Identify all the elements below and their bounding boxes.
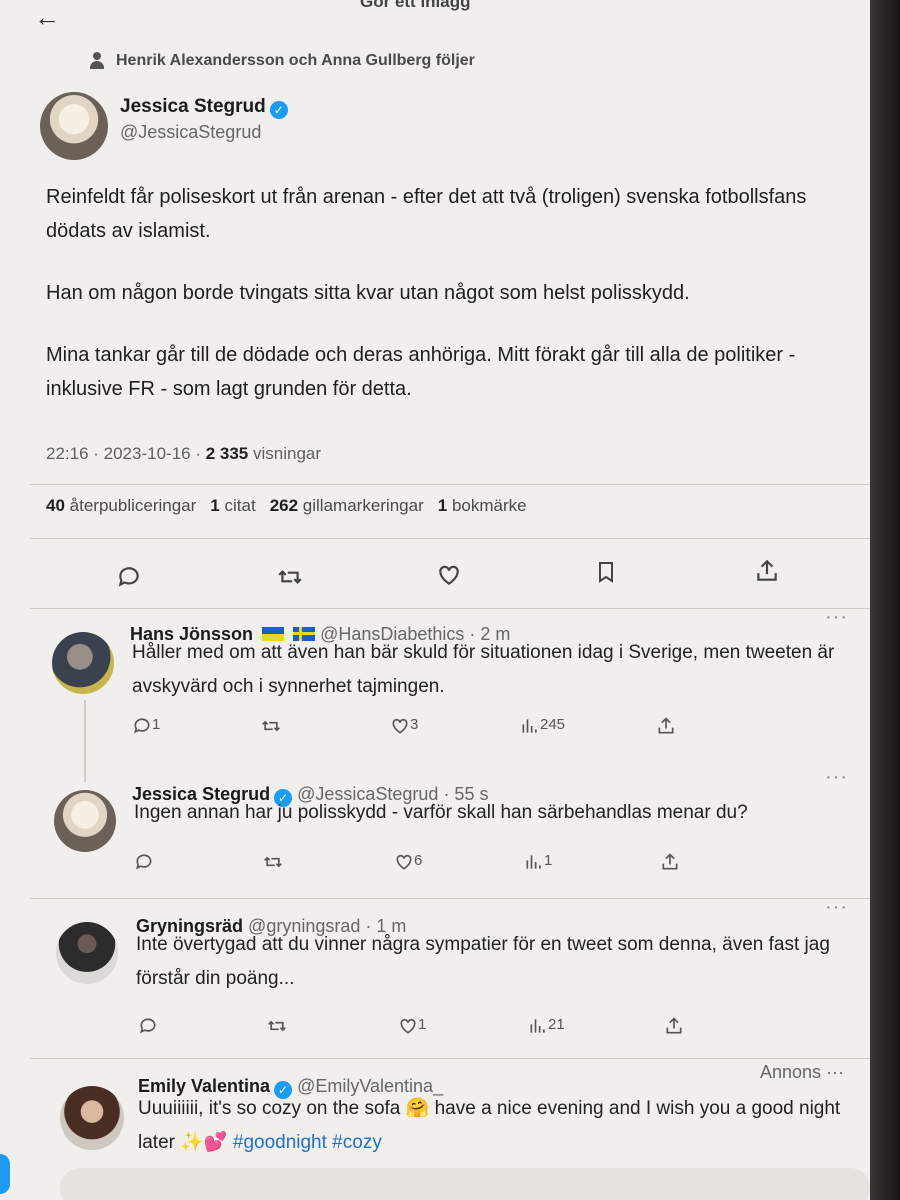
- views-icon: [526, 855, 541, 869]
- divider: [30, 898, 870, 899]
- reply-text: Ingen annan har ju polisskydd - varför s…: [134, 802, 748, 823]
- app-screen: ← Gör ett inlägg Henrik Alexandersson oc…: [0, 0, 870, 1200]
- repost-icon: [264, 856, 282, 868]
- reply-repost-action[interactable]: [260, 716, 282, 740]
- hashtags[interactable]: #goodnight #cozy: [228, 1132, 382, 1153]
- reply-icon[interactable]: [116, 564, 142, 590]
- like-icon: [392, 718, 408, 734]
- like-icon[interactable]: [436, 562, 462, 588]
- like-icon: [396, 854, 412, 870]
- more-options-icon[interactable]: ···: [825, 766, 848, 789]
- divider: [30, 1058, 870, 1059]
- person-icon: [88, 52, 106, 70]
- avatar[interactable]: [40, 92, 108, 160]
- reply-share-action[interactable]: [664, 1016, 684, 1040]
- reply-like-action[interactable]: 6: [394, 852, 422, 876]
- floating-action-button[interactable]: [0, 1154, 10, 1194]
- author-name-text[interactable]: Jessica Stegrud: [120, 96, 266, 117]
- reply-text: Inte övertygad att du vinner några sympa…: [136, 934, 830, 989]
- engagement-stats: 40 återpubliceringar 1 citat 262 gillama…: [46, 496, 527, 516]
- reply-share-action[interactable]: [660, 852, 680, 876]
- hearts-emoji-icon: 💕: [203, 1132, 228, 1153]
- author-name[interactable]: Jessica Stegrud ✓: [120, 96, 288, 119]
- compose-bar[interactable]: [60, 1168, 870, 1200]
- avatar[interactable]: [54, 790, 116, 852]
- stat-reposts[interactable]: 40 återpubliceringar: [46, 496, 196, 516]
- social-context-text: Henrik Alexandersson och Anna Gullberg f…: [116, 52, 475, 69]
- sparkles-emoji-icon: ✨: [180, 1132, 204, 1153]
- tweet-timestamp[interactable]: 22:16 · 2023-10-16 ·: [46, 444, 206, 463]
- reply-text: Håller med om att även han bär skuld för…: [132, 642, 835, 697]
- page-title: Gör ett inlägg: [360, 0, 471, 11]
- ad-text: Uuuiiiiii, it's so cozy on the sofa 🤗 ha…: [138, 1098, 841, 1153]
- like-icon: [400, 1018, 416, 1034]
- stat-likes[interactable]: 262 gillamarkeringar: [270, 496, 424, 516]
- divider: [30, 608, 870, 609]
- repost-icon: [268, 1020, 286, 1032]
- tweet-paragraph: Reinfeldt får poliseskort ut från arenan…: [46, 186, 807, 242]
- reply-views-action[interactable]: 1: [524, 852, 552, 876]
- avatar[interactable]: [60, 1086, 124, 1150]
- share-icon: [658, 717, 674, 734]
- reply-icon: [140, 1018, 156, 1034]
- stat-quotes[interactable]: 1 citat: [210, 496, 255, 516]
- device-bezel: [870, 0, 900, 1200]
- reply-action-bar: 1 21: [0, 1016, 870, 1046]
- reply-reply-action[interactable]: [138, 1016, 158, 1040]
- reply-repost-action[interactable]: [262, 852, 284, 876]
- share-icon[interactable]: [754, 558, 780, 584]
- top-bar: ← Gör ett inlägg: [0, 0, 870, 40]
- ad-label: Annons ···: [759, 1062, 844, 1082]
- view-count: 2 335: [205, 444, 249, 463]
- reply-icon: [134, 718, 150, 734]
- avatar[interactable]: [52, 632, 114, 694]
- reply-repost-action[interactable]: [266, 1016, 288, 1040]
- share-icon: [662, 853, 678, 870]
- reply-reply-action[interactable]: 1: [132, 716, 160, 740]
- more-options-icon[interactable]: ···: [825, 896, 848, 919]
- share-icon: [666, 1017, 682, 1034]
- reply-reply-action[interactable]: [134, 852, 154, 876]
- verified-badge-icon: ✓: [269, 101, 288, 119]
- social-context: Henrik Alexandersson och Anna Gullberg f…: [88, 52, 475, 70]
- stat-bookmarks[interactable]: 1 bokmärke: [438, 496, 527, 516]
- divider: [30, 484, 870, 485]
- back-arrow-icon[interactable]: ←: [34, 2, 60, 33]
- view-label: visningar: [248, 444, 322, 463]
- tweet-text: Reinfeldt får poliseskort ut från arenan…: [46, 180, 846, 434]
- reply-views-action[interactable]: 21: [528, 1016, 565, 1040]
- reply-action-bar: 6 1: [0, 852, 870, 882]
- views-icon: [522, 719, 537, 733]
- tweet-meta: 22:16 · 2023-10-16 · 2 335 visningar: [46, 444, 321, 464]
- reply-like-action[interactable]: 3: [390, 716, 418, 740]
- avatar[interactable]: [56, 922, 118, 984]
- tweet-action-bar: [0, 556, 870, 596]
- repost-icon[interactable]: [276, 564, 304, 590]
- reply-action-bar: 1 3 245: [0, 716, 870, 746]
- reply-icon: [136, 854, 152, 870]
- bookmark-icon[interactable]: [594, 558, 618, 586]
- tweet-paragraph: Mina tankar går till de dödade och deras…: [46, 344, 796, 400]
- author-handle[interactable]: @JessicaStegrud: [120, 122, 261, 143]
- reply-share-action[interactable]: [656, 716, 676, 740]
- tweet-paragraph: Han om någon borde tvingats sitta kvar u…: [46, 282, 690, 304]
- reply-like-action[interactable]: 1: [398, 1016, 426, 1040]
- repost-icon: [262, 720, 280, 732]
- hugging-face-emoji-icon: 🤗: [405, 1098, 430, 1119]
- more-options-icon[interactable]: ···: [825, 606, 848, 629]
- divider: [30, 538, 870, 539]
- reply-views-action[interactable]: 245: [520, 716, 565, 740]
- more-options-icon: ···: [826, 1062, 844, 1082]
- views-icon: [530, 1019, 545, 1033]
